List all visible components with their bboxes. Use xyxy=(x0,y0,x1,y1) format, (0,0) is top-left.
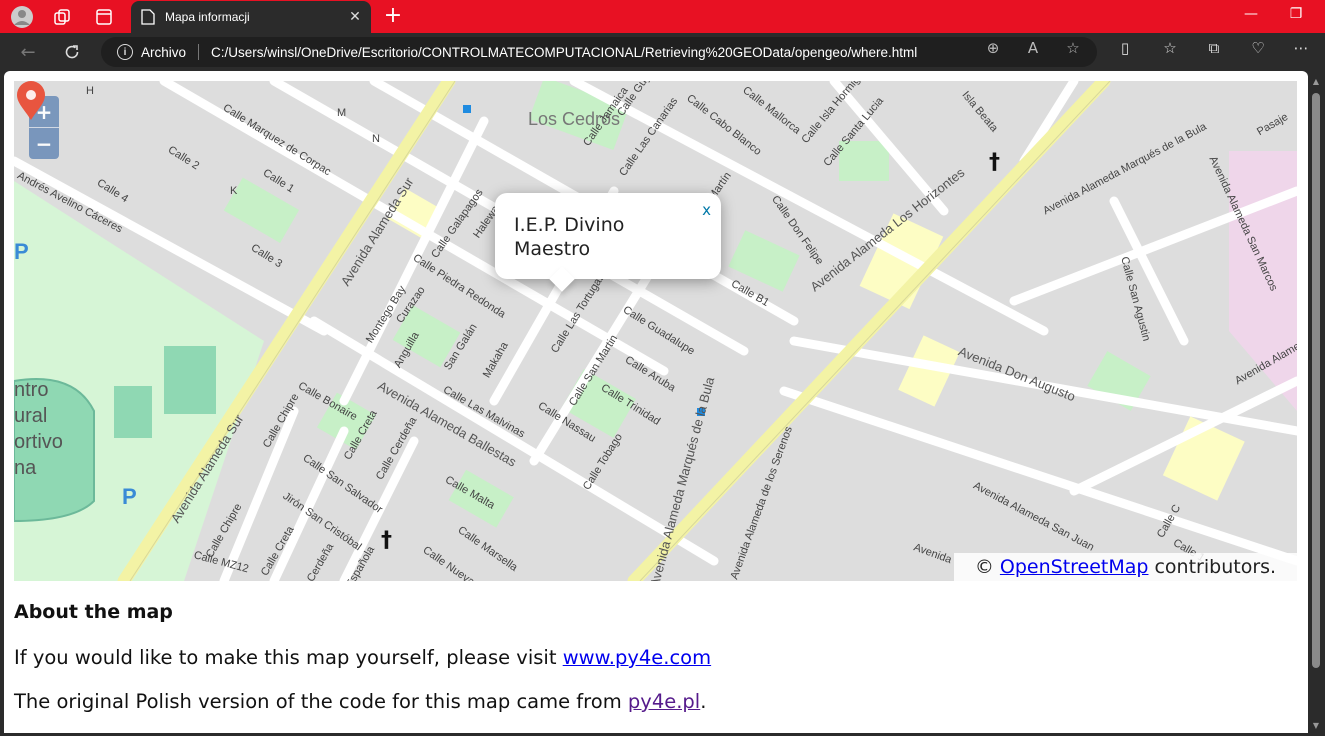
popup-text: I.E.P. Divino Maestro xyxy=(514,214,625,260)
sports-area-label: ortivo xyxy=(14,431,63,453)
origin-paragraph: The original Polish version of the code … xyxy=(14,690,706,713)
origin-text: The original Polish version of the code … xyxy=(14,690,622,713)
popup-close-button[interactable]: x xyxy=(702,201,711,219)
refresh-button[interactable] xyxy=(58,39,86,65)
favorite-star-icon[interactable]: ☆ xyxy=(1061,39,1085,57)
page-icon xyxy=(141,9,155,25)
attribution-prefix: © xyxy=(974,556,994,578)
favorites-icon[interactable]: ☆ xyxy=(1158,39,1182,57)
profile-avatar-icon[interactable] xyxy=(9,4,35,30)
minimize-button[interactable]: — xyxy=(1239,6,1263,22)
address-url[interactable]: C:/Users/winsl/OneDrive/Escritorio/CONTR… xyxy=(211,45,917,60)
origin-period: . xyxy=(700,690,707,713)
visit-text: If you would like to make this map yours… xyxy=(14,646,557,669)
more-menu-icon[interactable]: ⋯ xyxy=(1289,39,1313,57)
map-marker-icon[interactable] xyxy=(14,81,48,121)
sports-area-label: na xyxy=(14,457,37,479)
collections-icon[interactable]: ⧉ xyxy=(1202,39,1226,57)
browser-essentials-icon[interactable]: ♡ xyxy=(1246,39,1270,57)
map-attribution: © OpenStreetMap contributors. xyxy=(954,553,1297,581)
back-button[interactable]: ← xyxy=(14,39,42,65)
read-aloud-icon[interactable]: A xyxy=(1021,39,1045,57)
workspaces-icon[interactable] xyxy=(49,4,75,30)
split-screen-icon[interactable]: ▯ xyxy=(1113,39,1137,57)
py4e-pl-link[interactable]: py4e.pl xyxy=(628,690,700,713)
tab-active[interactable]: Mapa informacji ✕ xyxy=(131,1,371,33)
scroll-down-icon[interactable]: ▼ xyxy=(1311,721,1321,730)
map-label: N xyxy=(372,133,380,145)
tab-close-button[interactable]: ✕ xyxy=(343,9,367,25)
zoom-icon[interactable]: ⊕ xyxy=(981,39,1005,57)
visit-paragraph: If you would like to make this map yours… xyxy=(14,646,711,669)
map-label: M xyxy=(337,107,347,119)
navigation-bar: ← i Archivo C:/Users/winsl/OneDrive/Escr… xyxy=(0,33,1325,71)
new-tab-button[interactable]: + xyxy=(380,4,406,28)
tab-title: Mapa informacji xyxy=(165,10,250,24)
tab-actions-icon[interactable] xyxy=(91,4,117,30)
scroll-up-icon[interactable]: ▲ xyxy=(1311,77,1321,86)
map[interactable]: † † Los Cedros Avenida Alameda Sur Aveni… xyxy=(14,81,1297,581)
parking-icon: P xyxy=(14,239,29,264)
zoom-out-button[interactable]: − xyxy=(29,128,59,159)
map-label: K xyxy=(230,185,238,197)
address-scheme: Archivo xyxy=(141,44,187,60)
title-bar: Mapa informacji ✕ + — ❐ xyxy=(0,0,1325,33)
restore-button[interactable]: ❐ xyxy=(1284,6,1308,22)
svg-text:†: † xyxy=(989,150,1000,175)
address-separator xyxy=(198,44,200,60)
sports-area-label: ntro xyxy=(14,379,49,401)
info-icon[interactable]: i xyxy=(117,44,133,60)
map-label: H xyxy=(86,85,94,97)
parking-icon: P xyxy=(122,484,137,509)
attribution-suffix: contributors. xyxy=(1154,556,1277,578)
page-scrollbar[interactable]: ▲ ▼ xyxy=(1308,71,1325,736)
scrollbar-thumb[interactable] xyxy=(1312,93,1320,668)
marker-popup: I.E.P. Divino Maestro x xyxy=(495,193,721,292)
about-heading: About the map xyxy=(14,601,173,623)
sports-area-label: ural xyxy=(14,405,48,427)
address-bar[interactable]: i Archivo C:/Users/winsl/OneDrive/Escrit… xyxy=(101,37,1097,67)
page-content: † † Los Cedros Avenida Alameda Sur Aveni… xyxy=(4,71,1308,733)
svg-text:†: † xyxy=(381,528,392,553)
py4e-com-link[interactable]: www.py4e.com xyxy=(563,646,711,669)
openstreetmap-link[interactable]: OpenStreetMap xyxy=(1000,556,1149,578)
